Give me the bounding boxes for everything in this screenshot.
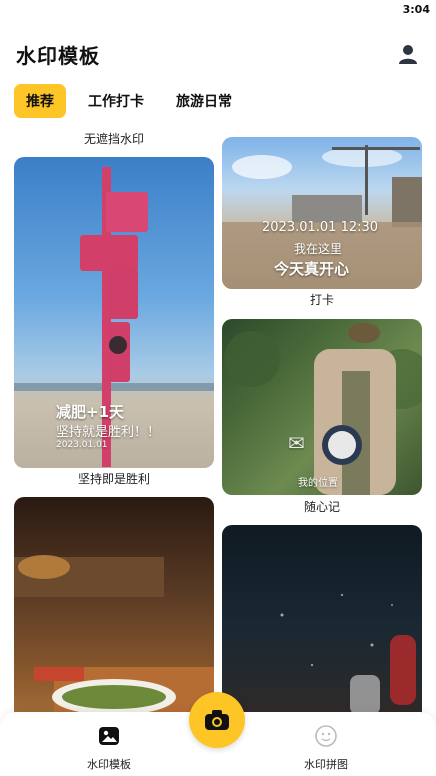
template-caption-signpost: 坚持即是胜利 (77, 472, 150, 486)
nav-watermark-collage[interactable]: 水印拼图 (286, 724, 366, 772)
watermark-line2: 坚持就是胜利！！ (56, 425, 161, 440)
nav-watermark-templates[interactable]: 水印模板 (69, 724, 149, 772)
template-label-no-cover: 无遮挡水印 (83, 132, 144, 146)
watermark-location: 我的位置 (298, 478, 338, 489)
profile-button[interactable] (396, 42, 420, 66)
page-title: 水印模板 (16, 44, 100, 68)
status-bar: 3:04 (0, 0, 436, 22)
image-icon (99, 727, 119, 745)
watermark-datetime: 2023.01.01 12:30 (262, 220, 379, 235)
hiker-image (224, 323, 422, 495)
tab-work-checkin[interactable]: 工作打卡 (88, 91, 144, 111)
tab-recommended[interactable]: 推荐 (14, 84, 66, 118)
stamp-icon: ✉ (288, 431, 305, 455)
watermark-line1: 减肥+1天 (56, 403, 125, 421)
template-card-checkin[interactable]: 2023.01.01 12:30 我在这里 今天真开心 (222, 137, 422, 289)
tab-travel-daily[interactable]: 旅游日常 (176, 91, 232, 111)
template-card-signpost[interactable]: 减肥+1天 坚持就是胜利！！ 2023.01.01 (14, 157, 214, 468)
smile-icon (315, 725, 337, 747)
template-card-journal[interactable]: ✉ 我的位置 (222, 319, 422, 495)
camera-icon (205, 710, 229, 730)
camera-button[interactable] (189, 692, 245, 748)
watermark-date: 2023.01.01 (56, 440, 108, 450)
user-icon (399, 45, 417, 64)
nav-label-templates: 水印模板 (87, 758, 131, 771)
header: 水印模板 (0, 36, 436, 72)
template-caption-checkin: 打卡 (309, 293, 334, 307)
status-time: 3:04 (402, 3, 430, 16)
category-tabs: 推荐 工作打卡 旅游日常 (14, 84, 264, 118)
watermark-location: 我在这里 (294, 242, 343, 256)
nav-label-collage: 水印拼图 (304, 758, 348, 771)
template-caption-journal: 随心记 (303, 500, 340, 514)
watermark-slogan: 今天真开心 (274, 260, 350, 278)
